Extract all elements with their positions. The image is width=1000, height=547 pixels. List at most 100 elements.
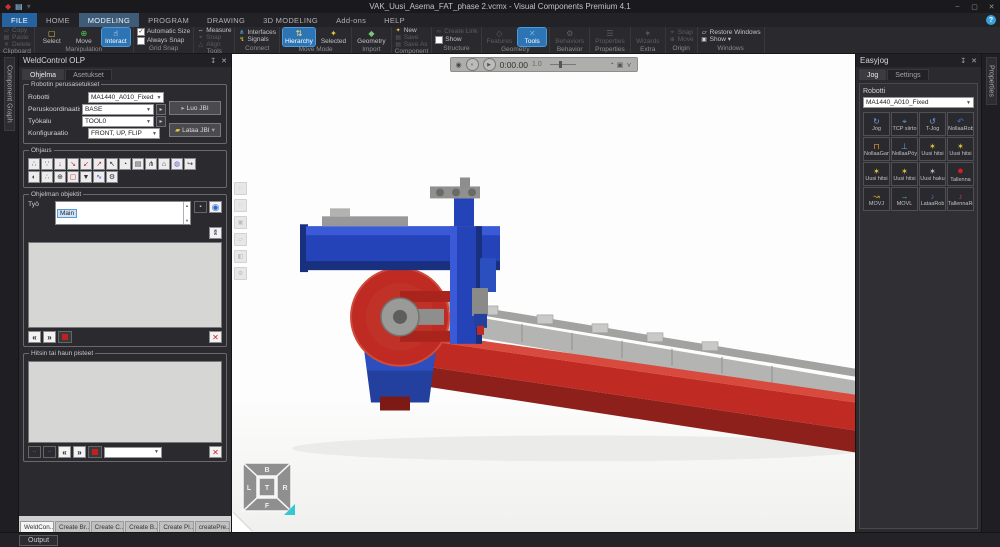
rewind-button[interactable]: « [466, 58, 479, 71]
playback-speed[interactable]: 1.0 [532, 61, 542, 68]
checkbox-show[interactable] [435, 36, 443, 44]
panel-tab-create-c[interactable]: Create C... [91, 521, 125, 532]
easyjog-button-nollaagant-4[interactable]: ⊓NollaaGant [863, 137, 890, 161]
easyjog-button-uusi-hitsi-6[interactable]: ✶Uusi hitsi [919, 137, 946, 161]
fill-icon[interactable]: ▣ [234, 216, 247, 229]
ohjaus-globe-button[interactable]: ◍ [171, 158, 183, 170]
prev-button[interactable]: « [28, 331, 41, 343]
easyjog-button-movl-13[interactable]: →MOVL [891, 187, 918, 211]
stop-button[interactable] [58, 331, 72, 343]
minimize-button[interactable]: – [949, 1, 966, 13]
detach-button[interactable]: ▪ [194, 201, 207, 213]
robot-dropdown[interactable]: MA1440_A010_Fixed▼ [863, 97, 974, 108]
easyjog-button-uusi-haku-10[interactable]: ✶Uusi haku [919, 162, 946, 186]
easyjog-button-jog-0[interactable]: ↻Jog [863, 112, 890, 136]
points-stop-button[interactable] [88, 446, 102, 458]
search-points-button[interactable]: ∙∙ [43, 446, 56, 458]
checkbox-always-snap[interactable] [137, 37, 145, 45]
points-list[interactable] [28, 361, 222, 443]
ribbon-tab-add-ons[interactable]: Add-ons [327, 13, 375, 27]
picker-button-ty-kalu[interactable]: ▸ [156, 116, 166, 127]
easyjog-button-tallenna-11[interactable]: ●Tallenna [947, 162, 974, 186]
maximize-button[interactable]: ▢ [966, 1, 983, 13]
grid-icon[interactable]: ∷ [234, 182, 247, 195]
dropdown-ty-kalu[interactable]: TOOL0▼ [82, 116, 154, 127]
speed-slider[interactable] [550, 64, 576, 65]
ribbon-tab-help[interactable]: HELP [375, 13, 414, 27]
positioner[interactable] [351, 268, 454, 410]
ribbon-button-automatic-size[interactable]: ✓Automatic Size [137, 28, 190, 36]
pin-icon[interactable]: ↧ [210, 57, 216, 65]
easyjog-button-tallennarob-15[interactable]: ♪TallennaRob [947, 187, 974, 211]
statement-list[interactable] [28, 242, 222, 328]
viewport-resize-grip[interactable] [232, 512, 252, 532]
lataa-jbi-button[interactable]: ▰Lataa JBI▾ [169, 123, 221, 137]
ohjaus-arrow-down-left-button[interactable]: ↙ [80, 158, 92, 170]
ribbon-tab-modeling[interactable]: MODELING [79, 13, 139, 27]
ohjaus-copy-button[interactable]: ▤ [132, 158, 144, 170]
ohjaus-crosshair-button[interactable]: ⊕ [54, 171, 66, 183]
routine-button[interactable]: ʬ [209, 227, 222, 239]
help-icon[interactable]: ? [986, 15, 996, 25]
grid-alt-icon[interactable]: ∷ [234, 199, 247, 212]
dropdown-robotti[interactable]: MA1440_A010_Fixed▼ [88, 92, 164, 103]
ribbon-tab-home[interactable]: HOME [37, 13, 79, 27]
dropdown-peruskoordinaatisto[interactable]: BASE▼ [82, 104, 154, 115]
ribbon-button-geometry[interactable]: ◆Geometry [355, 28, 388, 46]
ohjaus-point-alt-button[interactable]: ∵ [41, 158, 53, 170]
ribbon-button-tools[interactable]: ✕Tools [518, 28, 546, 46]
filter-icon[interactable]: ⋎ [626, 61, 631, 69]
ohjaus-arrow-up-right-button[interactable]: ↗ [93, 158, 105, 170]
easyjog-button-uusi-hitsi-8[interactable]: ✶Uusi hitsi [863, 162, 890, 186]
job-item-main[interactable]: Main [57, 209, 77, 218]
ribbon-tab-file[interactable]: FILE [2, 13, 37, 27]
camera-icon[interactable]: ▣ [617, 61, 624, 69]
panel-tab-createpre[interactable]: createPre... [195, 521, 230, 532]
easyjog-button-nollaarob-3[interactable]: ↶NollaaRob [947, 112, 974, 136]
ribbon-button-show[interactable]: ▣Show ▾ [701, 37, 761, 43]
frame-icon[interactable]: ▱ [234, 233, 247, 246]
ohjaus-gear-button[interactable]: ⚙ [106, 171, 118, 183]
picker-button-peruskoordinaatisto[interactable]: ▸ [156, 104, 166, 115]
ohjaus-home-button[interactable]: ⌂ [158, 158, 170, 170]
easyjog-button-t-jog-2[interactable]: ↺T-Jog [919, 112, 946, 136]
close-icon[interactable]: ✕ [971, 57, 977, 65]
ohjaus-arrow-down-right-button[interactable]: ↘ [67, 158, 79, 170]
points-next-button[interactable]: » [73, 446, 86, 458]
easyjog-button-lataarob-14[interactable]: ♪LataaRob [919, 187, 946, 211]
ohjaus-arrow-up-left-button[interactable]: ↖ [106, 158, 118, 170]
ribbon-button-signals[interactable]: ↯Signals [238, 37, 276, 43]
points-clear-button[interactable]: ✕ [209, 446, 222, 458]
checkbox-automatic-size[interactable]: ✓ [137, 28, 145, 36]
save-icon[interactable]: ▤ [15, 3, 23, 11]
panel-tab-create-b[interactable]: Create B... [125, 521, 158, 532]
ribbon-button-hierarchy[interactable]: ⇅Hierarchy [283, 28, 315, 46]
view-cube[interactable]: B L T R F [240, 460, 296, 516]
clock-icon[interactable]: ◔ [610, 61, 614, 69]
points-dropdown[interactable]: ▼ [104, 447, 162, 458]
output-tab[interactable]: Output [19, 535, 58, 546]
ribbon-tab-drawing[interactable]: DRAWING [198, 13, 254, 27]
ribbon-button-move[interactable]: ⊕Move [70, 28, 98, 46]
weldcontrol-tab-asetukset[interactable]: Asetukset [65, 69, 112, 80]
ohjaus-arrow-down-button[interactable]: ↓ [54, 158, 66, 170]
weld-points-button[interactable]: ∙∙ [28, 446, 41, 458]
ohjaus-arrow-head-button[interactable]: ▼ [80, 171, 92, 183]
ohjaus-wave-button[interactable]: ∿ [93, 171, 105, 183]
dropdown-konfiguraatio[interactable]: FRONT, UP, FLIP▼ [88, 128, 160, 139]
slider-handle[interactable] [559, 61, 562, 68]
easyjog-tab-settings[interactable]: Settings [887, 69, 928, 80]
ohjaus-points-button[interactable]: ∴ [41, 171, 53, 183]
ohjaus-frame-button[interactable]: ▢ [67, 171, 79, 183]
easyjog-button-uusi-hitsi-7[interactable]: ✶Uusi hitsi [947, 137, 974, 161]
ribbon-button-selected[interactable]: ✦Selected [319, 28, 348, 46]
job-listbox[interactable]: Main ▲▼ [55, 201, 191, 225]
easyjog-button-movj-12[interactable]: ↝MOVJ [863, 187, 890, 211]
job-list-scrollbar[interactable]: ▲▼ [183, 202, 190, 224]
ohjaus-arc-button[interactable]: ◔ [119, 158, 131, 170]
ohjaus-fork-button[interactable]: ⋔ [145, 158, 157, 170]
weldcontrol-tab-ohjelma[interactable]: Ohjelma [22, 69, 64, 80]
easyjog-button-uusi-hitsi-9[interactable]: ✶Uusi hitsi [891, 162, 918, 186]
clear-button[interactable]: ✕ [209, 331, 222, 343]
layers-icon[interactable]: ◧ [234, 250, 247, 263]
